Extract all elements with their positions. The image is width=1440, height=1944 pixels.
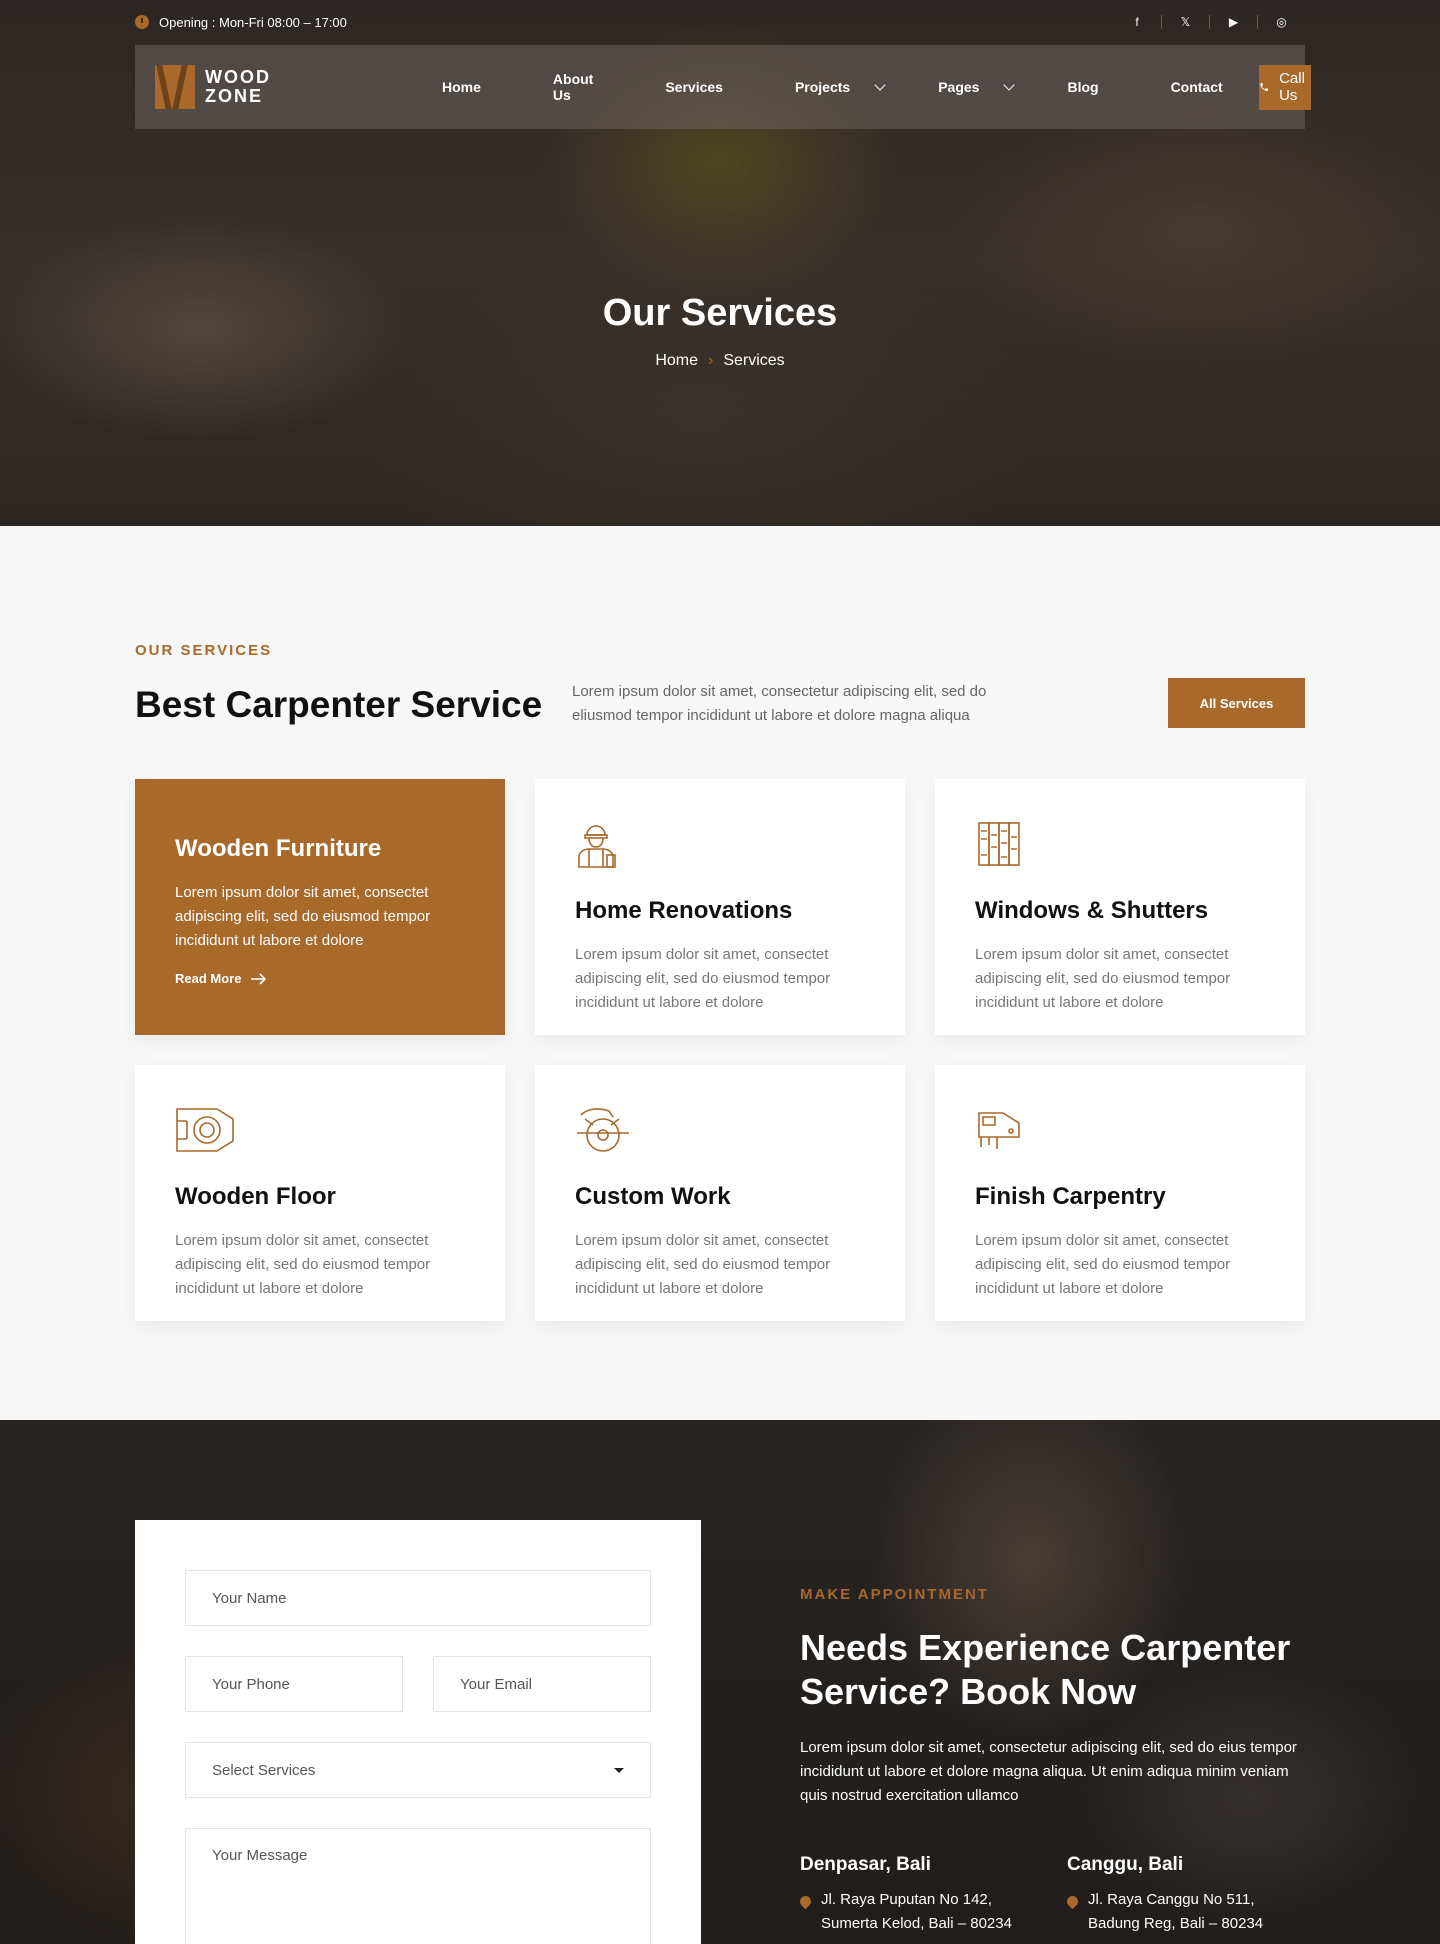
- appointment-title: Needs Experience Carpenter Service? Book…: [800, 1627, 1291, 1712]
- all-services-button[interactable]: All Services: [1168, 678, 1305, 728]
- location-denpasar: Denpasar, Bali Jl. Raya Puputan No 142, …: [797, 1854, 1040, 1936]
- services-section: OUR SERVICES Best Carpenter Service Lore…: [0, 526, 1440, 1420]
- nav-item-projects[interactable]: Projects: [759, 71, 902, 103]
- service-card-custom-work[interactable]: Custom Work Lorem ipsum dolor sit amet, …: [535, 1065, 905, 1321]
- nav-item-contact[interactable]: Contact: [1135, 71, 1259, 103]
- chevron-down-icon: [1003, 79, 1016, 91]
- page-title: Our Services: [602, 292, 838, 334]
- breadcrumb-home[interactable]: Home: [655, 352, 698, 370]
- site-logo[interactable]: WOOD ZONE: [155, 65, 271, 109]
- page-hero: Opening : Mon-Fri 08:00 – 17:00 f 𝕏 ▶ ◎ …: [0, 0, 1440, 526]
- nav-item-home[interactable]: Home: [406, 71, 517, 103]
- shutters-icon: [978, 822, 1020, 866]
- nav-item-pages[interactable]: Pages: [902, 71, 1031, 103]
- tape-measure-icon: [176, 1108, 234, 1152]
- appointment-form: Your Name Your Phone Your Email Select S…: [135, 1520, 701, 1944]
- arrow-right-icon: [251, 972, 267, 985]
- worker-icon: [578, 825, 616, 868]
- read-more-link[interactable]: Read More: [175, 971, 465, 986]
- appointment-description: Lorem ipsum dolor sit amet, consectetur …: [800, 1739, 1297, 1804]
- service-card-title: Home Renovations: [575, 897, 793, 924]
- name-input[interactable]: Your Name: [185, 1570, 651, 1626]
- top-bar: Opening : Mon-Fri 08:00 – 17:00 f 𝕏 ▶ ◎: [135, 0, 1305, 44]
- section-eyebrow: OUR SERVICES: [135, 642, 273, 659]
- service-card-title: Windows & Shutters: [975, 897, 1209, 924]
- location-city: Denpasar, Bali: [800, 1854, 931, 1875]
- facebook-icon[interactable]: f: [1113, 15, 1161, 29]
- service-card-text: Lorem ipsum dolor sit amet, consectet ad…: [975, 946, 1231, 1011]
- location-city: Canggu, Bali: [1067, 1854, 1184, 1875]
- social-links: f 𝕏 ▶ ◎: [1113, 15, 1305, 29]
- message-textarea[interactable]: Your Message: [185, 1828, 651, 1944]
- address-line-1: Jl. Raya Puputan No 142,: [821, 1891, 992, 1908]
- caret-down-icon: [614, 1767, 624, 1773]
- address-line-2: Badung Reg, Bali – 80234: [1088, 1915, 1264, 1932]
- nav-item-blog[interactable]: Blog: [1031, 71, 1134, 103]
- service-card-text: Lorem ipsum dolor sit amet, consectet ad…: [975, 1232, 1231, 1297]
- service-card-wooden-furniture[interactable]: Wooden Furniture Lorem ipsum dolor sit a…: [135, 779, 505, 1035]
- service-card-title: Wooden Furniture: [175, 835, 382, 862]
- services-select[interactable]: Select Services: [185, 1742, 651, 1798]
- call-us-label: Call Us: [1279, 70, 1305, 104]
- appointment-section: Your Name Your Phone Your Email Select S…: [0, 1420, 1440, 1944]
- chevron-right-icon: ›: [708, 352, 714, 369]
- main-navbar: WOOD ZONE Home About Us Services Project…: [135, 45, 1311, 129]
- nav-menu: Home About Us Services Projects Pages Bl…: [406, 71, 1259, 103]
- appointment-eyebrow: MAKE APPOINTMENT: [800, 1586, 989, 1603]
- service-card-wooden-floor[interactable]: Wooden Floor Lorem ipsum dolor sit amet,…: [135, 1065, 505, 1321]
- service-card-title: Custom Work: [575, 1183, 731, 1210]
- jigsaw-icon: [978, 1112, 1020, 1149]
- service-card-title: Wooden Floor: [175, 1183, 336, 1210]
- nav-item-about-us[interactable]: About Us: [517, 71, 629, 103]
- service-card-text: Lorem ipsum dolor sit amet, consectet ad…: [175, 1232, 431, 1297]
- service-card-text: Lorem ipsum dolor sit amet, consectet ad…: [575, 1232, 831, 1297]
- breadcrumb: Home › Services: [0, 352, 1440, 370]
- chevron-down-icon: [874, 79, 886, 91]
- youtube-icon[interactable]: ▶: [1209, 15, 1257, 29]
- circular-saw-icon: [577, 1108, 629, 1152]
- service-card-text: Lorem ipsum dolor sit amet, consectet ad…: [175, 884, 431, 949]
- service-card-home-renovations[interactable]: Home Renovations Lorem ipsum dolor sit a…: [535, 779, 905, 1035]
- x-twitter-icon[interactable]: 𝕏: [1161, 15, 1209, 29]
- map-pin-icon: [797, 1893, 814, 1910]
- service-card-text: Lorem ipsum dolor sit amet, consectet ad…: [575, 946, 831, 1011]
- section-title: Best Carpenter Service: [135, 684, 543, 725]
- service-card-finish-carpentry[interactable]: Finish Carpentry Lorem ipsum dolor sit a…: [935, 1065, 1305, 1321]
- email-input[interactable]: Your Email: [433, 1656, 651, 1712]
- instagram-icon[interactable]: ◎: [1257, 15, 1305, 29]
- service-card-windows-shutters[interactable]: Windows & Shutters Lorem ipsum dolor sit…: [935, 779, 1305, 1035]
- call-us-button[interactable]: Call Us: [1258, 64, 1311, 110]
- opening-hours: Opening : Mon-Fri 08:00 – 17:00: [159, 14, 347, 30]
- phone-input[interactable]: Your Phone: [185, 1656, 403, 1712]
- location-canggu: Canggu, Bali Jl. Raya Canggu No 511, Bad…: [1064, 1854, 1307, 1936]
- breadcrumb-current: Services: [723, 352, 785, 369]
- clock-icon: [135, 15, 149, 29]
- wood-logo-icon: [155, 65, 195, 109]
- phone-icon: [1259, 83, 1268, 91]
- section-description: Lorem ipsum dolor sit amet, consectetur …: [572, 683, 987, 724]
- service-card-title: Finish Carpentry: [975, 1183, 1166, 1210]
- nav-item-services[interactable]: Services: [629, 71, 759, 103]
- address-line-1: Jl. Raya Canggu No 511,: [1088, 1891, 1255, 1908]
- logo-line-2: ZONE: [205, 86, 264, 106]
- logo-line-1: WOOD: [205, 67, 271, 87]
- map-pin-icon: [1064, 1893, 1081, 1910]
- address-line-2: Sumerta Kelod, Bali – 80234: [821, 1915, 1012, 1932]
